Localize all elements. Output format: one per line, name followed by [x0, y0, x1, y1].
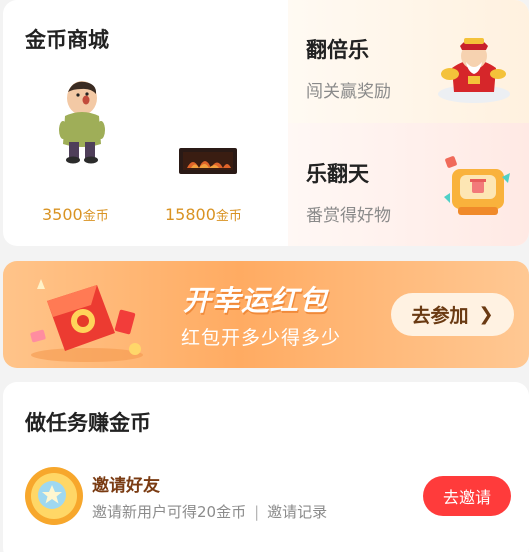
tasks-title: 做任务赚金币 [25, 411, 151, 435]
gold-mall-section: 金币商城 3500金币 15800金币 [3, 0, 288, 246]
product-price-value: 15800 [165, 205, 216, 224]
promo-lefantian[interactable]: 乐翻天 番赏得好物 [288, 123, 529, 246]
chevron-right-icon: ❯ [478, 304, 494, 325]
product-price-1: 3500金币 [42, 205, 109, 224]
invite-records-link[interactable]: 邀请记录 [267, 503, 327, 521]
red-envelope-icon [30, 279, 143, 362]
task-desc-text: 邀请新用户可得20金币 [92, 503, 247, 521]
product-price-unit: 金币 [215, 209, 242, 224]
task-description: 邀请新用户可得20金币 | 邀请记录 [92, 501, 327, 522]
task-desc-separator: | [254, 503, 260, 521]
product-price-unit: 金币 [82, 209, 109, 224]
banner-subtitle: 红包开多少得多少 [181, 327, 342, 349]
promo-title: 翻倍乐 [306, 38, 369, 62]
product-price-2: 15800金币 [165, 205, 242, 224]
fireplace-icon [179, 148, 237, 174]
coin-star-icon [25, 467, 83, 525]
banner-title: 开幸运红包 [183, 284, 329, 317]
promo-double-fun[interactable]: 翻倍乐 闯关赢奖励 [288, 0, 529, 123]
fortune-god-icon [438, 38, 510, 103]
lucky-red-envelope-banner[interactable]: 开幸运红包 红包开多少得多少 去参加 ❯ [3, 261, 529, 368]
join-button-label: 去参加 [411, 305, 469, 327]
gold-mall-title: 金币商城 [25, 28, 109, 52]
figure-toy-icon [59, 81, 105, 164]
gift-machine-icon [444, 156, 510, 215]
task-name: 邀请好友 [92, 476, 160, 496]
promo-title: 乐翻天 [306, 162, 369, 186]
earn-coins-tasks-card: 做任务赚金币 邀请好友 邀请新用户可得20金币 | 邀请记录 去邀请 [3, 382, 529, 552]
join-button[interactable]: 去参加 ❯ [391, 293, 514, 336]
promo-section: 翻倍乐 闯关赢奖励 乐翻天 番赏得好物 [288, 0, 529, 246]
invite-button[interactable]: 去邀请 [423, 476, 511, 516]
product-price-value: 3500 [42, 205, 83, 224]
gold-mall-card: 金币商城 3500金币 15800金币 翻倍乐 闯关赢奖励 乐翻天 番赏得好物 [3, 0, 529, 246]
promo-subtitle: 闯关赢奖励 [306, 82, 391, 102]
task-invite-friends: 邀请好友 邀请新用户可得20金币 | 邀请记录 去邀请 [3, 462, 529, 532]
promo-subtitle: 番赏得好物 [306, 206, 391, 226]
